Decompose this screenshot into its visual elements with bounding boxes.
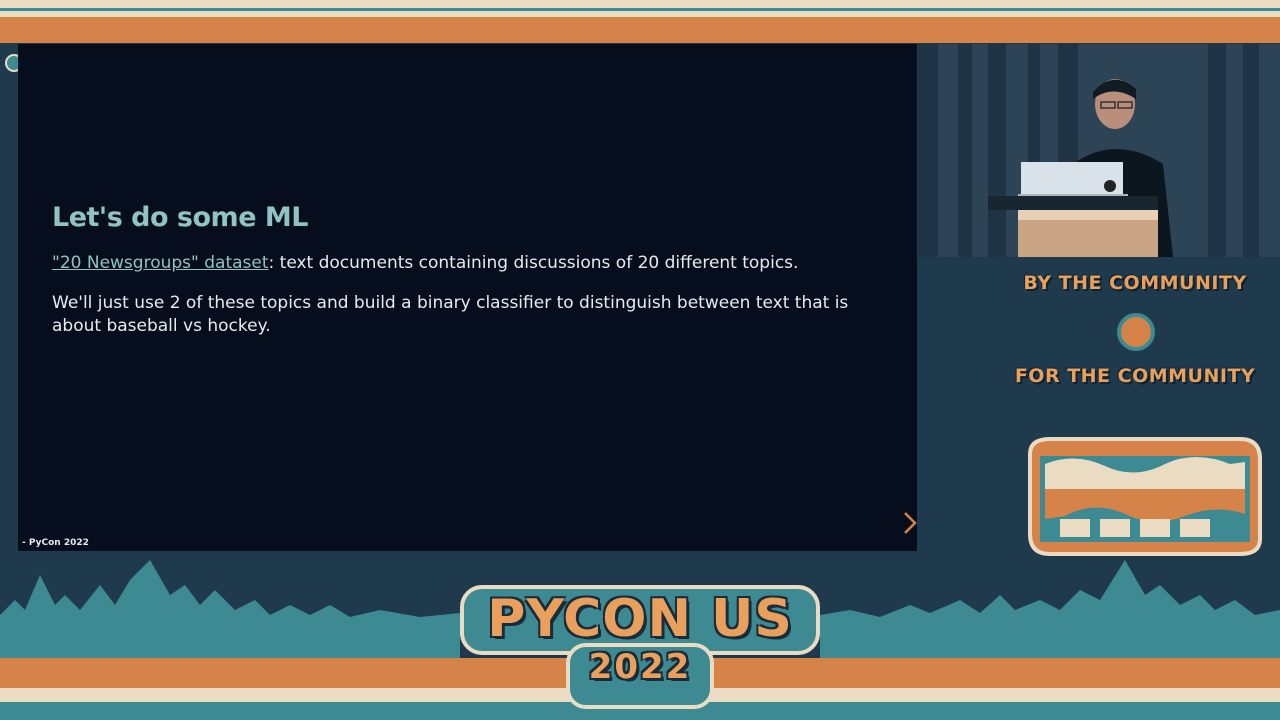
- circle-ornament-icon: [1117, 313, 1155, 351]
- logo-year: 2022: [588, 647, 692, 687]
- chevron-right-icon[interactable]: [900, 510, 920, 536]
- paragraph-1-text: : text documents containing discussions …: [268, 253, 799, 273]
- snake-wave-badge-icon: [1028, 437, 1262, 556]
- top-cream-stripe: [0, 0, 1280, 8]
- logo-name: PYCON US: [487, 589, 793, 649]
- presentation-slide: Let's do some ML "20 Newsgroups" dataset…: [18, 44, 917, 551]
- tagline-for-the-community: FOR THE COMMUNITY: [1014, 365, 1256, 387]
- slide-footer: - PyCon 2022: [22, 538, 89, 548]
- tagline-by-the-community: BY THE COMMUNITY: [1023, 272, 1247, 294]
- speaker-camera-feed: [918, 44, 1280, 257]
- pycon-us-2022-logo: PYCON US 2022: [458, 583, 822, 713]
- slide-title: Let's do some ML: [52, 202, 308, 233]
- top-orange-band: [0, 17, 1280, 43]
- dataset-link[interactable]: "20 Newsgroups" dataset: [52, 253, 269, 273]
- slide-body: "20 Newsgroups" dataset: text documents …: [52, 252, 892, 355]
- slide-paragraph-2: We'll just use 2 of these topics and bui…: [52, 293, 849, 336]
- slide-paragraph-1: "20 Newsgroups" dataset: text documents …: [52, 252, 892, 275]
